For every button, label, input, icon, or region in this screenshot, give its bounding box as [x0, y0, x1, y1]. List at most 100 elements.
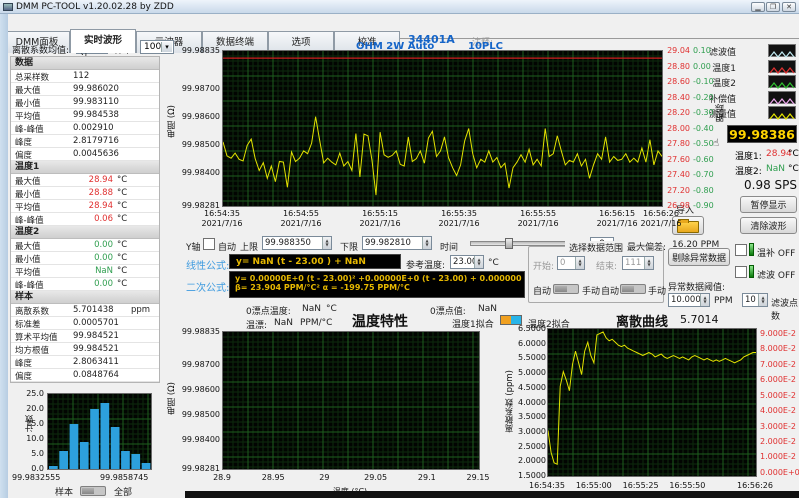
filter-count-input[interactable]: 10 ▲ ▼	[742, 293, 768, 307]
axis-tick: 5.0	[31, 449, 44, 458]
spinner-arrows-icon[interactable]: ▲ ▼	[575, 257, 584, 269]
axis-tick: 6.0000	[518, 338, 546, 348]
stats-row-label: 平均值	[15, 268, 41, 278]
stats-row-value: 28.94	[88, 201, 113, 211]
sample-select[interactable]: 100	[140, 40, 174, 54]
stats-row: 峰-峰值 0.06 °C	[11, 213, 159, 226]
range-end-auto-toggle[interactable]	[620, 284, 646, 294]
ref-temp-label: 参考温度:	[406, 261, 446, 271]
axis-tick: 10.0	[26, 434, 44, 443]
filter-checkbox[interactable]	[735, 266, 747, 278]
histogram-mode-toggle[interactable]	[80, 486, 106, 496]
axis-tick: 28.00	[667, 123, 690, 133]
legend-item-1[interactable]: 滤波值	[709, 44, 798, 58]
temp1-readout-label: 温度1:	[735, 152, 762, 162]
stats-row-label: 最小值	[15, 99, 41, 109]
axis-tick: 99.98600	[181, 385, 220, 395]
stats-row-label: 最大值	[15, 177, 41, 187]
stats-row: 最大值 0.00 °C	[11, 239, 159, 252]
linear-formula-display: y= NaN (t - 23.00 ) + NaN	[229, 254, 401, 269]
yaxis-auto-checkbox[interactable]	[203, 238, 215, 250]
quadratic-formula-line1: y= 0.00000E+0 (t - 23.00)² +0.00000E+0 (…	[235, 274, 522, 283]
tempcomp-checkbox[interactable]	[735, 244, 747, 256]
stats-row: 最小值 0.00 °C	[11, 252, 159, 265]
remove-outliers-button[interactable]: 剔除异常数据	[668, 248, 730, 266]
stats-row-value: NaN	[95, 266, 113, 276]
stats-row-value: 0.00	[94, 240, 113, 250]
upper-limit-input[interactable]: 99.988350 ▲ ▼	[262, 236, 332, 250]
stats-row-unit: °C	[117, 240, 128, 250]
dispersion-chart	[547, 328, 757, 477]
pause-display-button[interactable]: 暂停显示	[740, 196, 797, 213]
quadratic-formula-line2: β= 23.904 PPM/°C² α = -199.75 PPM/°C	[235, 283, 410, 292]
range-start-input[interactable]: 0 ▲ ▼	[557, 256, 585, 270]
legend-item-5[interactable]: 测量值	[709, 106, 798, 120]
range-end-manual-label: 手动	[648, 287, 667, 297]
spinner-arrows-icon[interactable]: ▲ ▼	[758, 294, 767, 306]
axis-tick: 0.00	[693, 61, 711, 71]
minimize-button[interactable]: ▁	[751, 2, 765, 12]
spinner-arrows-icon[interactable]: ▲ ▼	[474, 256, 483, 268]
stats-row-value: 2.8063411	[73, 357, 119, 367]
zero-drift-value-label: 0漂点值:	[430, 307, 466, 317]
stats-row-value: 28.88	[88, 188, 113, 198]
axis-tick: 16:56:15	[599, 209, 636, 218]
stats-row: 最大值 28.94 °C	[11, 174, 159, 187]
axis-tick: 4.5000	[518, 382, 546, 392]
filter-count-label: 滤波点数	[771, 299, 799, 322]
axis-tick: -0.60	[693, 154, 714, 164]
stats-row: 平均值 99.984538	[11, 109, 159, 122]
axis-tick: 20.0	[26, 404, 44, 413]
yaxis-auto-label: 自动	[218, 243, 237, 253]
axis-tick: 16:54:35	[529, 481, 565, 490]
axis-tick: 2021/7/16	[517, 219, 559, 228]
stats-row-unit: °C	[117, 188, 128, 198]
stats-row-value: 112	[73, 71, 90, 81]
histogram-x-max: 99.9858745	[100, 473, 149, 482]
time-slider-knob[interactable]	[505, 238, 513, 249]
stats-row-value: 0.06	[94, 214, 113, 224]
range-start-auto-toggle[interactable]	[553, 284, 579, 294]
stats-row: 离散系数 5.701438 ppm	[11, 304, 159, 317]
stats-section-header: 样本	[11, 291, 159, 304]
legend-item-2[interactable]: 温度1	[712, 59, 798, 74]
close-button[interactable]: ✕	[782, 2, 796, 12]
stats-row-label: 最大值	[15, 242, 41, 252]
legend-item-4[interactable]: 补偿值	[709, 90, 798, 105]
axis-tick: 2.0000	[518, 456, 546, 466]
stats-row-value: 28.94	[88, 175, 113, 185]
stats-row-label: 平均值	[15, 112, 41, 122]
outlier-threshold-input[interactable]: 10.000 ▲ ▼	[668, 293, 710, 307]
axis-tick: 29.15	[466, 473, 490, 482]
axis-tick: 6.5000	[518, 324, 546, 333]
stats-row-value: 99.984521	[73, 331, 119, 341]
axis-tick: 16:55:50	[669, 481, 706, 490]
lower-limit-input[interactable]: 99.982810 ▲ ▼	[362, 236, 432, 250]
axis-tick: -0.50	[693, 139, 714, 148]
ref-temp-input[interactable]: 23.00 ▲ ▼	[450, 255, 484, 269]
axis-tick: -0.30	[693, 108, 714, 117]
clear-waveform-button[interactable]: 清除波形	[740, 217, 797, 234]
yaxis-label: Y轴	[186, 243, 201, 253]
temp-drift-label: 温漂:	[246, 321, 268, 331]
stats-row: 峰-峰值 0.002910	[11, 122, 159, 135]
stats-row-unit: °C	[117, 253, 128, 263]
spinner-arrows-icon[interactable]: ▲ ▼	[322, 237, 331, 249]
stats-row: 均方根值 99.984521	[11, 343, 159, 356]
stats-row-label: 偏度	[15, 372, 33, 382]
axis-tick: -0.10	[693, 77, 714, 86]
spinner-arrows-icon[interactable]: ▲ ▼	[644, 257, 653, 269]
title-bar: DMM PC-TOOL v1.20.02.28 by ZDD ▁ ❐ ✕	[0, 0, 799, 14]
temp-characteristic-chart	[222, 331, 480, 470]
axis-tick: 16:56:26	[643, 209, 679, 218]
spinner-arrows-icon[interactable]: ▲ ▼	[422, 237, 431, 249]
restore-button[interactable]: ❐	[766, 2, 780, 12]
axis-tick: 99.98700	[181, 360, 220, 370]
main-y-axis-label: 电阻 (Ω)	[167, 105, 177, 138]
range-end-input[interactable]: 111 ▲ ▼	[622, 256, 654, 270]
tab-2[interactable]: 实时波形	[70, 29, 136, 53]
axis-tick: -0.90	[693, 201, 714, 210]
axis-tick: 2021/7/16	[280, 219, 322, 228]
legend-item-3[interactable]: 温度2	[712, 75, 798, 89]
spinner-arrows-icon[interactable]: ▲ ▼	[700, 294, 709, 306]
